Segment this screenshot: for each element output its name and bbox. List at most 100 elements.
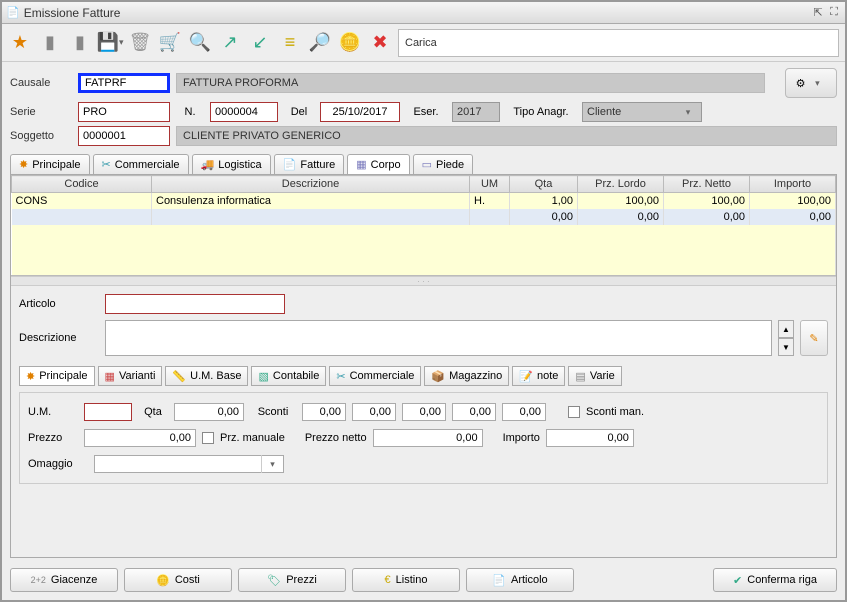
col-importo[interactable]: Importo — [750, 176, 836, 193]
col-prz-lordo[interactable]: Prz. Lordo — [578, 176, 664, 193]
new-doc-icon[interactable]: ▮ — [38, 31, 62, 55]
subtab-note[interactable]: 📝note — [512, 366, 565, 386]
window-detach-icon[interactable]: ⇱ — [811, 6, 825, 20]
splitter[interactable]: · · · — [11, 276, 836, 286]
note-icon: 📝 — [519, 370, 533, 383]
window-title: Emissione Fatture — [24, 6, 807, 20]
gear-button[interactable]: ⚙▾ — [785, 68, 837, 98]
prz-manuale-checkbox[interactable] — [202, 432, 214, 444]
articolo-input[interactable] — [105, 294, 285, 314]
label-articolo: Articolo — [19, 298, 99, 310]
soggetto-input[interactable]: 0000001 — [78, 126, 170, 146]
label-omaggio: Omaggio — [28, 458, 88, 470]
col-descrizione[interactable]: Descrizione — [152, 176, 470, 193]
causale-desc: FATTURA PROFORMA — [176, 73, 765, 93]
doc-icon: 📄 — [283, 158, 297, 171]
label-descrizione: Descrizione — [19, 332, 99, 344]
tag-icon: 🏷 — [267, 574, 281, 587]
um-input[interactable] — [84, 403, 132, 421]
tab-piede[interactable]: ▭Piede — [413, 154, 474, 174]
import-icon[interactable]: ↙ — [248, 31, 272, 55]
tools-icon: ✂ — [336, 370, 345, 383]
label-sconti-man: Sconti man. — [586, 406, 644, 418]
coins-icon[interactable]: 🪙 — [338, 31, 362, 55]
sconti-man-checkbox[interactable] — [568, 406, 580, 418]
lines-grid[interactable]: Codice Descrizione UM Qta Prz. Lordo Prz… — [11, 175, 836, 276]
copy-doc-icon[interactable]: ▮ — [68, 31, 92, 55]
qta-input[interactable]: 0,00 — [174, 403, 244, 421]
spinner-down[interactable]: ▼ — [778, 338, 794, 356]
save-icon[interactable]: 💾▾ — [98, 31, 122, 55]
omaggio-select[interactable]: ▾ — [94, 455, 284, 473]
subtab-principale[interactable]: ✸Principale — [19, 366, 95, 386]
numero-input[interactable]: 0000004 — [210, 102, 278, 122]
subtab-contabile[interactable]: ▧Contabile — [251, 366, 326, 386]
list-icon[interactable]: ≡ — [278, 31, 302, 55]
table-row[interactable]: CONS Consulenza informatica H. 1,00 100,… — [12, 193, 836, 210]
window-maximize-icon[interactable]: ⛶ — [827, 6, 841, 20]
serie-input[interactable]: PRO — [78, 102, 170, 122]
sconto-3-input[interactable]: 0,00 — [402, 403, 446, 421]
label-soggetto: Soggetto — [10, 130, 72, 142]
edit-button[interactable]: ✎ — [800, 320, 828, 356]
col-um[interactable]: UM — [470, 176, 510, 193]
costi-button[interactable]: 🪙Costi — [124, 568, 232, 592]
descrizione-textarea[interactable] — [105, 320, 772, 356]
box-icon: 📦 — [431, 370, 445, 383]
tab-fatture[interactable]: 📄Fatture — [274, 154, 345, 174]
subtab-varie[interactable]: ▤Varie — [568, 366, 621, 386]
trash-icon[interactable]: 🗑 — [128, 31, 152, 55]
subtab-commerciale[interactable]: ✂Commerciale — [329, 366, 421, 386]
subtab-um-base[interactable]: 📏U.M. Base — [165, 366, 248, 386]
search-doc-icon[interactable]: 🔎 — [308, 31, 332, 55]
subtab-magazzino[interactable]: 📦Magazzino — [424, 366, 509, 386]
label-importo: Importo — [503, 432, 540, 444]
tab-corpo[interactable]: ▦Corpo — [347, 154, 409, 174]
export-icon[interactable]: ↗ — [218, 31, 242, 55]
sconto-1-input[interactable]: 0,00 — [302, 403, 346, 421]
euro-icon: € — [385, 574, 391, 586]
prezzi-button[interactable]: 🏷Prezzi — [238, 568, 346, 592]
label-um: U.M. — [28, 406, 78, 418]
tipo-anagr-select: Cliente▾ — [582, 102, 702, 122]
causale-input[interactable]: FATPRF — [78, 73, 170, 93]
star-icon: ✸ — [26, 370, 35, 383]
pencil-icon: ✎ — [809, 332, 818, 345]
label-prezzo: Prezzo — [28, 432, 78, 444]
date-input[interactable]: 25/10/2017 — [320, 102, 400, 122]
subtab-varianti[interactable]: ▦Varianti — [98, 366, 163, 386]
table-row[interactable] — [12, 225, 836, 275]
footer-icon: ▭ — [422, 158, 432, 171]
prezzo-netto-input[interactable]: 0,00 — [373, 429, 483, 447]
articolo-button[interactable]: 📄Articolo — [466, 568, 574, 592]
col-prz-netto[interactable]: Prz. Netto — [664, 176, 750, 193]
giacenze-button[interactable]: 2+2Giacenze — [10, 568, 118, 592]
prezzo-input[interactable]: 0,00 — [84, 429, 196, 447]
tab-logistica[interactable]: 🚚Logistica — [192, 154, 271, 174]
importo-input[interactable]: 0,00 — [546, 429, 634, 447]
label-eser: Eser. — [406, 106, 446, 118]
eser-input: 2017 — [452, 102, 500, 122]
cart-icon[interactable]: 🛒 — [158, 31, 182, 55]
label-causale: Causale — [10, 77, 72, 89]
table-row[interactable]: 0,00 0,00 0,00 0,00 — [12, 209, 836, 225]
gear-icon: ⚙ — [796, 77, 806, 90]
listino-button[interactable]: €Listino — [352, 568, 460, 592]
label-numero: N. — [176, 106, 204, 118]
col-codice[interactable]: Codice — [12, 176, 152, 193]
spinner-up[interactable]: ▲ — [778, 320, 794, 338]
magnifier-icon[interactable]: 🔍 — [188, 31, 212, 55]
table-icon: ▧ — [258, 370, 268, 383]
close-icon[interactable]: ✖ — [368, 31, 392, 55]
col-qta[interactable]: Qta — [510, 176, 578, 193]
misc-icon: ▤ — [575, 370, 585, 383]
sconto-4-input[interactable]: 0,00 — [452, 403, 496, 421]
tab-commerciale[interactable]: ✂Commerciale — [93, 154, 189, 174]
sconto-2-input[interactable]: 0,00 — [352, 403, 396, 421]
star-icon[interactable]: ★ — [8, 31, 32, 55]
tab-principale[interactable]: ✸Principale — [10, 154, 90, 174]
check-icon: ✔ — [733, 574, 742, 587]
sconto-5-input[interactable]: 0,00 — [502, 403, 546, 421]
load-input[interactable]: Carica — [398, 29, 839, 57]
conferma-riga-button[interactable]: ✔Conferma riga — [713, 568, 837, 592]
